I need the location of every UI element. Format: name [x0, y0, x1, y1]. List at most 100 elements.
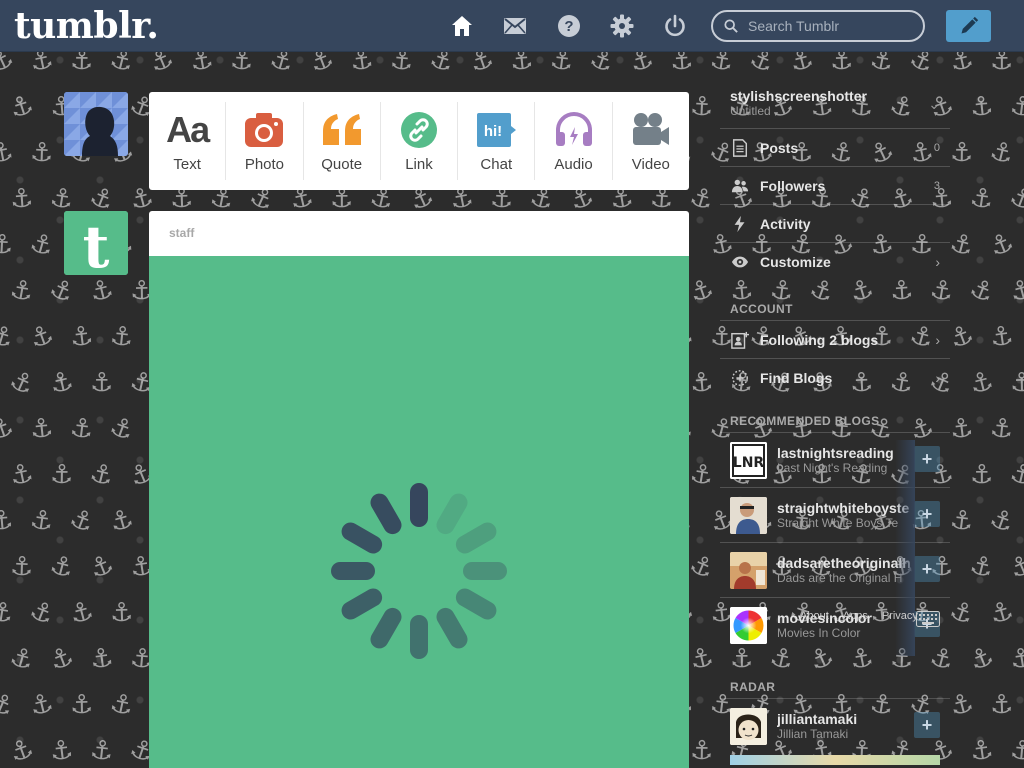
- anchor-icon: ⚓: [465, 52, 498, 79]
- follow-button[interactable]: +: [914, 446, 940, 472]
- anchor-icon: ⚓: [305, 52, 338, 80]
- settings-icon[interactable]: [609, 13, 635, 39]
- spinner-bar: [370, 607, 402, 649]
- sidebar-item-activity[interactable]: Activity: [720, 204, 950, 242]
- staff-avatar[interactable]: t: [64, 211, 128, 275]
- spinner-bar: [436, 493, 468, 535]
- anchor-icon: ⚓: [25, 594, 59, 632]
- anchor-icon: ⚓: [90, 368, 114, 398]
- anchor-icon: ⚓: [109, 597, 134, 629]
- anchor-icon: ⚓: [1006, 273, 1024, 309]
- anchor-icon: ⚓: [86, 457, 117, 493]
- anchor-icon: ⚓: [1005, 548, 1024, 586]
- anchor-icon: ⚓: [229, 52, 255, 77]
- anchor-icon: ⚓: [945, 318, 978, 356]
- sidebar-item-customize[interactable]: Customize ›: [720, 242, 950, 280]
- radar-blog[interactable]: jilliantamaki Jillian Tamaki +: [720, 698, 950, 753]
- anchor-icon: ⚓: [668, 52, 695, 77]
- sidebar-scroll-fade: [895, 440, 915, 656]
- footer-link-apps[interactable]: Apps: [843, 610, 868, 622]
- post-type-link[interactable]: Link: [381, 102, 459, 180]
- inbox-icon[interactable]: [502, 13, 528, 39]
- sidebar-item-following[interactable]: Following 2 blogs ›: [720, 320, 950, 358]
- home-icon[interactable]: [449, 13, 475, 39]
- anchor-icon: ⚓: [965, 272, 999, 310]
- sidebar-item-posts[interactable]: Posts 0: [720, 128, 950, 166]
- spinner-bar: [410, 483, 428, 527]
- document-icon: [730, 138, 750, 158]
- recommended-blog[interactable]: dadsaretheoriginalh Dads are the Origina…: [720, 542, 950, 597]
- spinner-bar: [410, 615, 428, 659]
- spinner-bar: [436, 607, 468, 649]
- post-type-quote[interactable]: Quote: [304, 102, 381, 180]
- radar-post-preview[interactable]: [730, 755, 940, 765]
- tumblr-logo[interactable]: tumblr.: [14, 5, 159, 47]
- anchor-icon: ⚓: [985, 502, 1018, 540]
- anchor-icon: ⚓: [46, 365, 77, 401]
- anchor-icon: ⚓: [0, 505, 15, 537]
- anchor-icon: ⚓: [106, 503, 137, 539]
- anchor-icon: ⚓: [946, 687, 977, 723]
- post-media-loading: [149, 256, 689, 768]
- anchor-icon: ⚓: [626, 52, 658, 79]
- spinner-bar: [341, 588, 383, 620]
- anchor-icon: ⚓: [988, 320, 1016, 354]
- anchor-icon: ⚓: [968, 734, 996, 768]
- keyboard-icon[interactable]: [916, 611, 940, 632]
- anchor-icon: ⚓: [985, 226, 1019, 264]
- dashboard-post: staff: [149, 211, 689, 768]
- anchor-icon: ⚓: [0, 52, 19, 80]
- anchor-icon: ⚓: [689, 91, 715, 123]
- post-type-photo[interactable]: Photo: [226, 102, 304, 180]
- chevron-right-icon: ›: [935, 369, 940, 386]
- anchor-icon: ⚓: [986, 595, 1017, 631]
- anchor-icon: ⚓: [949, 137, 974, 169]
- anchor-icon: ⚓: [7, 457, 37, 493]
- anchor-icon: ⚓: [65, 502, 98, 540]
- sidebar-item-find-blogs[interactable]: Find Blogs ›: [720, 358, 950, 396]
- anchor-icon: ⚓: [69, 52, 94, 77]
- follow-button[interactable]: +: [914, 712, 940, 738]
- post-type-chat[interactable]: hi! Chat: [458, 102, 536, 180]
- anchor-icon: ⚓: [1006, 457, 1024, 493]
- post-type-video[interactable]: Video: [613, 102, 689, 180]
- post-type-text[interactable]: Aa Text: [149, 102, 227, 180]
- blog-selector[interactable]: stylishscreenshotter Untitled ⌄: [720, 84, 950, 128]
- search-icon: [724, 19, 738, 33]
- logout-icon[interactable]: [662, 13, 688, 39]
- anchor-icon: ⚓: [689, 735, 714, 767]
- footer-link-about[interactable]: About: [800, 610, 829, 622]
- eye-icon: [730, 252, 750, 272]
- post-author-name[interactable]: staff: [149, 211, 689, 256]
- svg-text:?: ?: [564, 18, 573, 35]
- recommended-blog[interactable]: LNR lastnightsreading Last Night's Readi…: [720, 432, 950, 487]
- anchor-icon: ⚓: [49, 459, 74, 491]
- anchor-icon: ⚓: [688, 367, 715, 399]
- anchor-icon: ⚓: [106, 52, 137, 79]
- anchor-icon: ⚓: [187, 52, 216, 78]
- account-section-title: ACCOUNT: [730, 302, 793, 316]
- help-icon[interactable]: ?: [556, 13, 582, 39]
- svg-text:LNR: LNR: [733, 455, 765, 471]
- anchor-icon: ⚓: [5, 89, 38, 125]
- anchor-icon: ⚓: [348, 52, 376, 78]
- anchor-icon: ⚓: [1008, 90, 1024, 124]
- compose-button[interactable]: [946, 10, 991, 42]
- anchor-icon: ⚓: [1007, 642, 1024, 676]
- follow-button[interactable]: +: [914, 556, 940, 582]
- headphones-icon: [554, 110, 594, 150]
- camera-icon: [244, 110, 284, 150]
- follow-button[interactable]: +: [914, 501, 940, 527]
- search-box[interactable]: [711, 10, 925, 42]
- anchor-icon: ⚓: [66, 595, 97, 631]
- anchor-icon: ⚓: [687, 458, 716, 492]
- anchor-icon: ⚓: [26, 227, 57, 263]
- search-input[interactable]: [746, 17, 910, 35]
- user-avatar[interactable]: [64, 92, 128, 156]
- post-type-audio[interactable]: Audio: [535, 102, 613, 180]
- spinner-bar: [463, 562, 507, 580]
- footer-link-privacy[interactable]: Privacy: [882, 610, 918, 622]
- recommended-blog[interactable]: straightwhiteboyste Straight White Boys …: [720, 487, 950, 542]
- right-sidebar: stylishscreenshotter Untitled ⌄ Posts 0 …: [720, 84, 950, 765]
- sidebar-item-followers[interactable]: Followers 3: [720, 166, 950, 204]
